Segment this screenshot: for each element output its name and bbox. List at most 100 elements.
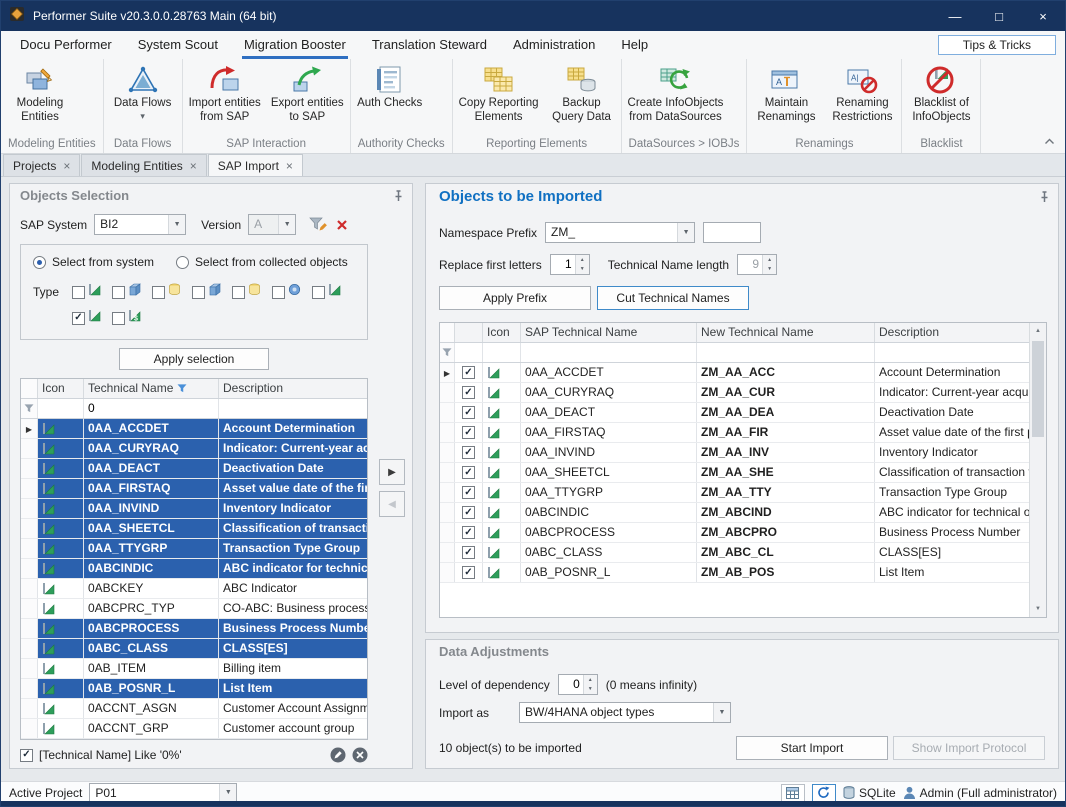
type-checkbox[interactable] bbox=[192, 286, 205, 299]
table-row[interactable]: 0ABCPROCESSBusiness Process Number bbox=[21, 619, 367, 639]
table-row[interactable]: 0ACCNT_GRPCustomer account group bbox=[21, 719, 367, 739]
doc-tab-projects[interactable]: Projects× bbox=[3, 154, 80, 176]
filter-cell-description[interactable] bbox=[875, 343, 1029, 362]
ribbon-button-copy-reporting-elements[interactable]: Copy Reporting Elements bbox=[454, 60, 544, 136]
ribbon-collapse-icon[interactable] bbox=[1044, 132, 1055, 150]
row-checkbox[interactable]: ✓ bbox=[462, 546, 475, 559]
import-row[interactable]: ✓0ABC_CLASSZM_ABC_CLCLASS[ES] bbox=[440, 543, 1029, 563]
type-checkbox[interactable]: ✓ bbox=[72, 312, 85, 325]
ribbon-button-maintain-renamings[interactable]: AMaintain Renamings bbox=[748, 60, 824, 136]
ribbon-button-import-entities-from-sap[interactable]: Import entities from SAP bbox=[184, 60, 266, 136]
table-row[interactable]: 0ABCPRC_TYPCO-ABC: Business process t... bbox=[21, 599, 367, 619]
import-row[interactable]: ✓0AA_FIRSTAQZM_AA_FIRAsset value date of… bbox=[440, 423, 1029, 443]
auto-filter-row[interactable]: 0 bbox=[21, 399, 367, 419]
table-row[interactable]: 0ABCKEYABC Indicator bbox=[21, 579, 367, 599]
edit-filter-expression-icon[interactable] bbox=[330, 747, 346, 763]
table-row[interactable]: ▶0AA_ACCDETAccount Determination bbox=[21, 419, 367, 439]
filter-cell-description[interactable] bbox=[219, 399, 367, 418]
import-row[interactable]: ✓0AA_CURYRAQZM_AA_CURIndicator: Current-… bbox=[440, 383, 1029, 403]
filter-cell-icon[interactable] bbox=[483, 343, 521, 362]
table-row[interactable]: 0AB_ITEMBilling item bbox=[21, 659, 367, 679]
row-checkbox[interactable]: ✓ bbox=[462, 406, 475, 419]
column-header-sap-technical-name[interactable]: SAP Technical Name bbox=[521, 323, 697, 342]
type-checkbox[interactable] bbox=[112, 312, 125, 325]
type-checkbox[interactable] bbox=[152, 286, 165, 299]
scrollbar-thumb[interactable] bbox=[1032, 341, 1044, 437]
ribbon-button-backup-query-data[interactable]: Backup Query Data bbox=[544, 60, 620, 136]
import-row[interactable]: ✓0AA_DEACTZM_AA_DEADeactivation Date bbox=[440, 403, 1029, 423]
ribbon-button-auth-checks[interactable]: Auth Checks bbox=[352, 60, 428, 136]
column-filter-funnel-icon[interactable] bbox=[177, 384, 187, 393]
import-row[interactable]: ✓0ABCPROCESSZM_ABCPROBusiness Process Nu… bbox=[440, 523, 1029, 543]
close-icon[interactable]: × bbox=[63, 160, 70, 172]
import-row[interactable]: ▶✓0AA_ACCDETZM_AA_ACCAccount Determinati… bbox=[440, 363, 1029, 383]
column-header-icon[interactable]: Icon bbox=[38, 379, 84, 398]
spin-up-icon[interactable]: ▲ bbox=[584, 675, 597, 685]
scroll-down-icon[interactable]: ▼ bbox=[1030, 601, 1046, 617]
apply-prefix-button[interactable]: Apply Prefix bbox=[439, 286, 591, 310]
close-filter-icon[interactable] bbox=[352, 747, 368, 763]
show-import-protocol-button[interactable]: Show Import Protocol bbox=[893, 736, 1045, 760]
type-checkbox[interactable] bbox=[112, 286, 125, 299]
import-row[interactable]: ✓0AA_SHEETCLZM_AA_SHEClassification of t… bbox=[440, 463, 1029, 483]
row-checkbox[interactable]: ✓ bbox=[462, 526, 475, 539]
ribbon-button-renaming-restrictions[interactable]: A|Renaming Restrictions bbox=[824, 60, 900, 136]
column-header-icon[interactable]: Icon bbox=[483, 323, 521, 342]
close-button[interactable]: × bbox=[1021, 1, 1065, 31]
table-row[interactable]: 0AA_TTYGRPTransaction Type Group bbox=[21, 539, 367, 559]
tips-tricks-button[interactable]: Tips & Tricks bbox=[938, 35, 1056, 55]
table-row[interactable]: 0AA_SHEETCLClassification of transaction… bbox=[21, 519, 367, 539]
active-project-combo[interactable]: P01 ▼ bbox=[89, 783, 237, 803]
import-row[interactable]: ✓0AA_INVINDZM_AA_INVInventory Indicator bbox=[440, 443, 1029, 463]
import-as-combo[interactable]: BW/4HANA object types ▼ bbox=[519, 702, 731, 723]
doc-tab-sap-import[interactable]: SAP Import× bbox=[208, 154, 303, 176]
refresh-button[interactable] bbox=[812, 784, 836, 802]
table-row[interactable]: 0ABC_CLASSCLASS[ES] bbox=[21, 639, 367, 659]
pin-icon[interactable] bbox=[1039, 191, 1050, 203]
combo-dropdown-icon[interactable]: ▼ bbox=[219, 784, 236, 802]
table-row[interactable]: 0AA_CURYRAQIndicator: Current-year acqu.… bbox=[21, 439, 367, 459]
type-checkbox[interactable] bbox=[272, 286, 285, 299]
row-checkbox[interactable]: ✓ bbox=[462, 486, 475, 499]
combo-dropdown-icon[interactable]: ▼ bbox=[168, 215, 185, 234]
minimize-button[interactable]: — bbox=[933, 1, 977, 31]
close-icon[interactable]: × bbox=[190, 160, 197, 172]
ribbon-button-blacklist-of-infoobjects[interactable]: Blacklist of InfoObjects bbox=[903, 60, 979, 136]
ribbon-button-create-infoobjects-from-datasources[interactable]: Create InfoObjects from DataSources bbox=[623, 60, 729, 136]
level-of-dependency-stepper[interactable]: 0 ▲▼ bbox=[558, 674, 598, 695]
namespace-prefix-combo[interactable]: ZM_ ▼ bbox=[545, 222, 695, 243]
select-from-system-radio[interactable] bbox=[33, 256, 46, 269]
doc-tab-modeling-entities[interactable]: Modeling Entities× bbox=[81, 154, 206, 176]
column-header-new-technical-name[interactable]: New Technical Name bbox=[697, 323, 875, 342]
pin-icon[interactable] bbox=[393, 190, 404, 202]
spin-down-icon[interactable]: ▼ bbox=[576, 265, 589, 275]
spin-up-icon[interactable]: ▲ bbox=[576, 255, 589, 265]
column-header-technical-name[interactable]: Technical Name bbox=[84, 379, 219, 398]
checkbox-column-header[interactable] bbox=[455, 323, 483, 342]
ribbon-button-export-entities-to-sap[interactable]: Export entities to SAP bbox=[266, 60, 349, 136]
column-header-description[interactable]: Description bbox=[219, 379, 367, 398]
import-row[interactable]: ✓0AA_TTYGRPZM_AA_TTYTransaction Type Gro… bbox=[440, 483, 1029, 503]
sap-system-combo[interactable]: BI2 ▼ bbox=[94, 214, 186, 235]
cut-technical-names-button[interactable]: Cut Technical Names bbox=[597, 286, 749, 310]
menu-tab-administration[interactable]: Administration bbox=[500, 31, 608, 59]
start-import-button[interactable]: Start Import bbox=[736, 736, 888, 760]
scroll-up-icon[interactable]: ▲ bbox=[1030, 323, 1046, 339]
menu-tab-system-scout[interactable]: System Scout bbox=[125, 31, 231, 59]
row-checkbox[interactable]: ✓ bbox=[462, 466, 475, 479]
import-row[interactable]: ✓0ABCINDICZM_ABCINDABC indicator for tec… bbox=[440, 503, 1029, 523]
menu-tab-docu-performer[interactable]: Docu Performer bbox=[7, 31, 125, 59]
clear-filter-icon[interactable] bbox=[335, 218, 349, 232]
filter-cell-technical-name[interactable]: 0 bbox=[84, 399, 219, 418]
table-row[interactable]: 0AA_FIRSTAQAsset value date of the first… bbox=[21, 479, 367, 499]
row-checkbox[interactable]: ✓ bbox=[462, 506, 475, 519]
filter-cell-new-name[interactable] bbox=[697, 343, 875, 362]
type-checkbox[interactable] bbox=[72, 286, 85, 299]
type-checkbox[interactable] bbox=[312, 286, 325, 299]
replace-first-letters-stepper[interactable]: 1 ▲▼ bbox=[550, 254, 590, 275]
import-row[interactable]: ✓0AB_POSNR_LZM_AB_POSList Item bbox=[440, 563, 1029, 583]
row-checkbox[interactable]: ✓ bbox=[462, 366, 475, 379]
filter-cell-sap-name[interactable] bbox=[521, 343, 697, 362]
menu-tab-migration-booster[interactable]: Migration Booster bbox=[231, 31, 359, 59]
menu-tab-help[interactable]: Help bbox=[608, 31, 661, 59]
